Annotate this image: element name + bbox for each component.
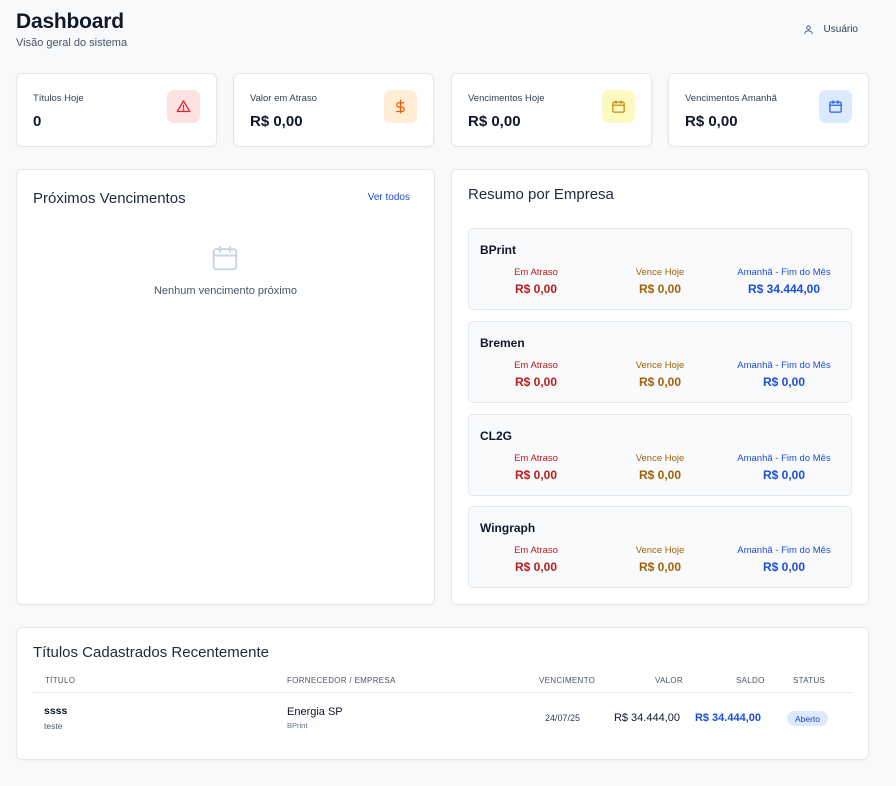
- stat-icon-box: [167, 90, 200, 123]
- column-header-value: Valor: [655, 676, 684, 685]
- overdue-label: Em Atraso: [514, 545, 558, 556]
- stat-icon-box: [819, 90, 852, 123]
- user-label: Usuário: [823, 24, 858, 35]
- column-header-supplier: Fornecedor / Empresa: [287, 676, 396, 685]
- due-today-label: Vence Hoje: [635, 360, 685, 371]
- company-name: BPrint: [480, 243, 516, 257]
- stat-card-titles-today: Títulos Hoje 0: [16, 73, 217, 147]
- overdue-value: R$ 0,00: [514, 282, 558, 296]
- stat-label: Vencimentos Amanhã: [685, 93, 777, 104]
- title-name: ssss: [44, 705, 68, 717]
- company-card: Wingraph Em Atraso R$ 0,00 Vence Hoje R$ 0…: [468, 506, 852, 588]
- due-today-value: R$ 0,00: [638, 282, 682, 296]
- empty-state-text: Nenhum vencimento próximo: [153, 285, 298, 297]
- due-today-value: R$ 0,00: [638, 560, 682, 574]
- overdue-label: Em Atraso: [514, 453, 558, 464]
- stat-card-due-today: Vencimentos Hoje R$ 0,00: [451, 73, 652, 147]
- alert-triangle-icon: [176, 100, 191, 113]
- page-subtitle: Visão geral do sistema: [16, 37, 128, 49]
- overdue-label: Em Atraso: [514, 360, 558, 371]
- user-icon: [803, 25, 813, 35]
- stat-label: Vencimentos Hoje: [468, 93, 545, 104]
- stat-label: Títulos Hoje: [33, 93, 84, 104]
- company-card: Bremen Em Atraso R$ 0,00 Vence Hoje R$ 0,0…: [468, 321, 852, 403]
- overdue-value: R$ 0,00: [514, 375, 558, 389]
- upcoming-label: Amanhã - Fim do Mês: [737, 545, 831, 556]
- upcoming-label: Amanhã - Fim do Mês: [737, 267, 831, 278]
- due-date: 24/07/25: [545, 713, 581, 723]
- stat-icon-box: [384, 90, 417, 123]
- calendar-empty-icon: [212, 245, 238, 271]
- company-card: CL2G Em Atraso R$ 0,00 Vence Hoje R$ 0,00 …: [468, 414, 852, 496]
- dollar-icon: [396, 99, 405, 114]
- stat-icon-box: [602, 90, 635, 123]
- upcoming-panel: Próximos Vencimentos Ver todos Nenhum ve…: [16, 169, 435, 605]
- upcoming-value: R$ 0,00: [762, 560, 806, 574]
- column-header-balance: Saldo: [736, 676, 765, 685]
- stat-value: 0: [33, 113, 42, 130]
- stat-value: R$ 0,00: [685, 113, 738, 130]
- table-header-divider: [33, 692, 852, 693]
- upcoming-value: R$ 0,00: [762, 375, 806, 389]
- title-balance: R$ 34.444,00: [694, 712, 761, 724]
- stat-card-due-tomorrow: Vencimentos Amanhã R$ 0,00: [668, 73, 869, 147]
- supplier-name: Energia SP: [287, 706, 343, 718]
- summary-title: Resumo por Empresa: [468, 186, 614, 203]
- company-name: CL2G: [480, 429, 513, 443]
- due-today-label: Vence Hoje: [635, 453, 685, 464]
- upcoming-value: R$ 34.444,00: [747, 282, 821, 296]
- company-name: Wingraph: [480, 521, 536, 535]
- column-header-title: Título: [45, 676, 76, 685]
- title-description: teste: [44, 721, 63, 731]
- calendar-icon: [612, 100, 625, 113]
- upcoming-label: Amanhã - Fim do Mês: [737, 453, 831, 464]
- view-all-link[interactable]: Ver todos: [368, 192, 410, 203]
- stat-card-overdue-value: Valor em Atraso R$ 0,00: [233, 73, 434, 147]
- upcoming-label: Amanhã - Fim do Mês: [737, 360, 831, 371]
- calendar-icon: [829, 100, 842, 113]
- due-today-label: Vence Hoje: [635, 267, 685, 278]
- stat-label: Valor em Atraso: [250, 93, 317, 104]
- user-menu[interactable]: Usuário: [803, 24, 858, 35]
- due-today-value: R$ 0,00: [638, 468, 682, 482]
- summary-panel: Resumo por Empresa BPrint Em Atraso R$ 0,…: [451, 169, 869, 605]
- overdue-label: Em Atraso: [514, 267, 558, 278]
- column-header-due-date: Vencimento: [539, 676, 596, 685]
- stat-value: R$ 0,00: [250, 113, 303, 130]
- page-title: Dashboard: [16, 10, 124, 33]
- overdue-value: R$ 0,00: [514, 468, 558, 482]
- due-today-value: R$ 0,00: [638, 375, 682, 389]
- title-value: R$ 34.444,00: [613, 712, 680, 724]
- recent-titles-title: Títulos Cadastrados Recentemente: [33, 644, 269, 661]
- company-name: BPrint: [287, 721, 308, 730]
- overdue-value: R$ 0,00: [514, 560, 558, 574]
- page-header: Dashboard Visão geral do sistema: [16, 10, 127, 49]
- company-card: BPrint Em Atraso R$ 0,00 Vence Hoje R$ 0,0…: [468, 228, 852, 310]
- column-header-status: Status: [793, 676, 826, 685]
- stat-value: R$ 0,00: [468, 113, 521, 130]
- status-badge: Aberto: [787, 711, 828, 726]
- upcoming-value: R$ 0,00: [762, 468, 806, 482]
- company-name: Bremen: [480, 336, 525, 350]
- upcoming-title: Próximos Vencimentos: [33, 190, 186, 207]
- due-today-label: Vence Hoje: [635, 545, 685, 556]
- recent-titles-panel: Títulos Cadastrados Recentemente Título …: [16, 627, 869, 760]
